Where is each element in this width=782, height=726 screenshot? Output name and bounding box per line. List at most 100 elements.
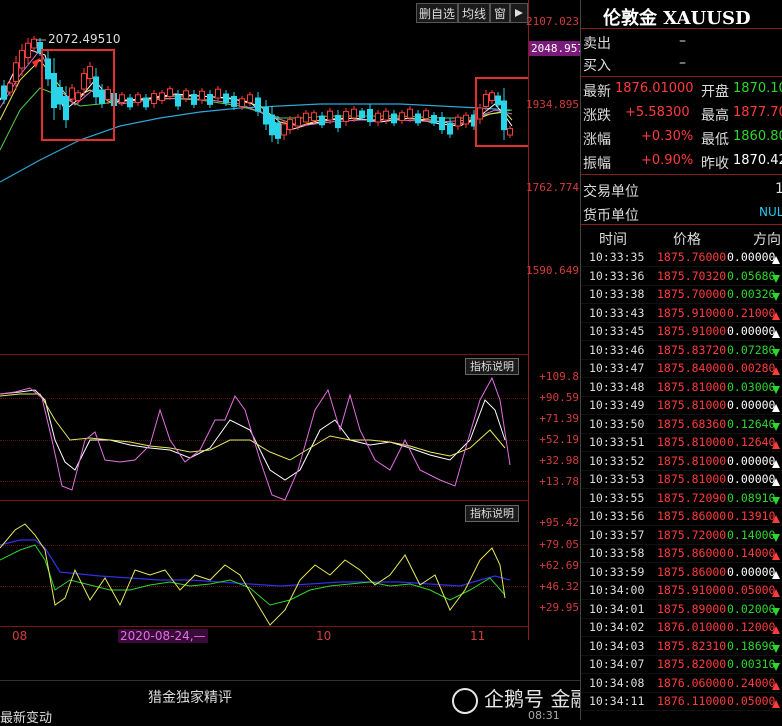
tick-row[interactable]: 10:33:53 1875.81000 0.00000 [581,470,782,489]
candle-body [127,97,133,108]
tick-row[interactable]: 10:33:50 1875.68360 0.12640 [581,415,782,434]
ind2-label: +29.95 [539,601,579,614]
tick-row[interactable]: 10:33:52 1875.81000 0.00000 [581,452,782,471]
tick-row[interactable]: 10:33:36 1875.70320 0.05680 [581,267,782,286]
tick-price: 1875.72090 [657,490,727,505]
instrument-title: 伦敦金 XAUUSD [603,8,751,29]
arrow-down-icon [772,644,780,653]
arrow-up-icon [772,367,780,375]
candle-body [119,94,125,104]
tick-price: 1875.86000 [657,564,727,579]
tick-row[interactable]: 10:33:56 1875.86000 0.13910 [581,507,782,526]
tick-row[interactable]: 10:34:00 1875.91000 0.05000 [581,581,782,600]
tick-time: 10:33:48 [589,379,645,394]
tick-row[interactable]: 10:33:48 1875.81000 0.03000 [581,378,782,397]
peak-price-label: 2072.49510 [48,32,121,46]
indicator1-help-button[interactable]: 指标说明 [465,358,519,375]
tick-time: 10:33:59 [589,564,645,579]
tick-volume: 0.05000 [727,583,776,597]
tick-volume: 0.24000 [727,675,776,690]
tick-price: 1875.81000 [657,472,727,486]
candle-body [375,112,381,123]
candle-body [19,49,25,69]
tick-row[interactable]: 10:33:47 1875.84000 0.00280 [581,359,782,378]
tick-row[interactable]: 10:34:11 1876.11000 0.05000 [581,692,782,711]
candle-body [223,93,229,104]
tick-volume: 0.14000 [727,527,776,542]
tick-row[interactable]: 10:33:55 1875.72090 0.08910 [581,489,782,508]
candle-body [215,88,221,99]
tick-row[interactable]: 10:33:38 1875.70000 0.00320 [581,285,782,304]
tick-price: 1875.68360 [657,416,727,431]
candle-body [255,97,261,112]
tick-row[interactable]: 10:33:46 1875.83720 0.07280 [581,341,782,360]
latest-changes-label[interactable]: 最新变动 [0,707,52,726]
kline-chart[interactable]: 删自选 均线 窗 2072.49510 指标说明 指标说明 08 10 11 2… [0,0,528,643]
candle-body [263,107,269,125]
ind2-label: +46.32 [539,580,579,593]
currency-row: 货币单位 NULL [583,205,782,224]
tick-volume: 0.00000 [727,472,776,486]
candle-body [239,98,245,108]
candle-body [335,115,341,129]
tick-time: 10:34:00 [589,583,645,597]
candle-body [383,110,389,121]
indicator2-help-button[interactable]: 指标说明 [465,505,519,522]
tick-row[interactable]: 10:33:59 1875.86000 0.00000 [581,563,782,582]
tick-volume: 0.12640 [727,416,776,431]
latest-row: 最新 1876.01000 开盘 1870.10000 [583,81,782,100]
candlestick-plot [0,36,528,626]
tick-price: 1875.70000 [657,287,727,301]
tick-row[interactable]: 10:34:02 1876.01000 0.12000 [581,618,782,637]
y-label: 1934.895 [526,98,579,111]
tick-volume: 0.08910 [727,490,776,505]
tick-row[interactable]: 10:33:51 1875.81000 0.12640 [581,433,782,452]
ind1-label: +13.78 [539,475,579,488]
tick-row[interactable]: 10:33:57 1875.72000 0.14000 [581,526,782,545]
tick-row[interactable]: 10:33:58 1875.86000 0.14000 [581,544,782,563]
tick-row[interactable]: 10:33:45 1875.91000 0.00000 [581,322,782,341]
candle-body [483,93,489,108]
ma-purple-line [0,49,513,127]
tick-row[interactable]: 10:33:49 1875.81000 0.00000 [581,396,782,415]
tick-row[interactable]: 10:34:03 1875.82310 0.18690 [581,637,782,656]
tick-time: 10:34:07 [589,657,645,671]
tick-price: 1875.82000 [657,657,727,671]
candle-body [51,73,57,109]
tick-volume: 0.00320 [727,287,776,301]
ticks-list[interactable]: 10:33:35 1875.76000 0.00000 10:33:36 1875.70… [581,248,782,720]
arrow-down-icon [772,422,780,431]
arrow-down-icon [772,607,780,616]
candle-body [231,96,237,107]
ind1-label: +52.19 [539,433,579,446]
candle-body [99,89,105,104]
ind2-label: +62.69 [539,559,579,572]
candle-body [447,122,453,135]
tick-row[interactable]: 10:34:01 1875.89000 0.02000 [581,600,782,619]
candle-body [135,94,141,104]
candle-body [311,112,317,122]
commentary-title[interactable]: 猎金独家精评 [148,687,232,707]
tick-time: 10:33:36 [589,268,645,283]
tick-price: 1875.72000 [657,527,727,542]
arrow-down-icon [772,274,780,283]
tick-volume: 0.13910 [727,509,776,523]
tick-row[interactable]: 10:33:43 1875.91000 0.21000 [581,304,782,323]
candle-body [303,112,309,123]
y-label: 2107.023 [526,15,579,28]
arrow-down-icon [772,385,780,394]
tick-time: 10:33:53 [589,472,645,486]
tick-row[interactable]: 10:34:07 1875.82000 0.00310 [581,655,782,674]
tick-time: 10:33:51 [589,435,645,449]
arrow-up-icon [772,589,780,597]
candle-body [295,116,301,127]
tick-volume: 0.07280 [727,342,776,357]
arrow-down-icon [772,533,780,542]
candle-body [247,94,253,104]
arrow-up-icon [772,330,780,338]
tick-price: 1875.84000 [657,361,727,375]
candle-body [327,110,333,121]
tick-row[interactable]: 10:34:08 1876.06000 0.24000 [581,674,782,693]
tick-row[interactable]: 10:33:35 1875.76000 0.00000 [581,248,782,267]
x-label-11: 11 [470,629,486,643]
